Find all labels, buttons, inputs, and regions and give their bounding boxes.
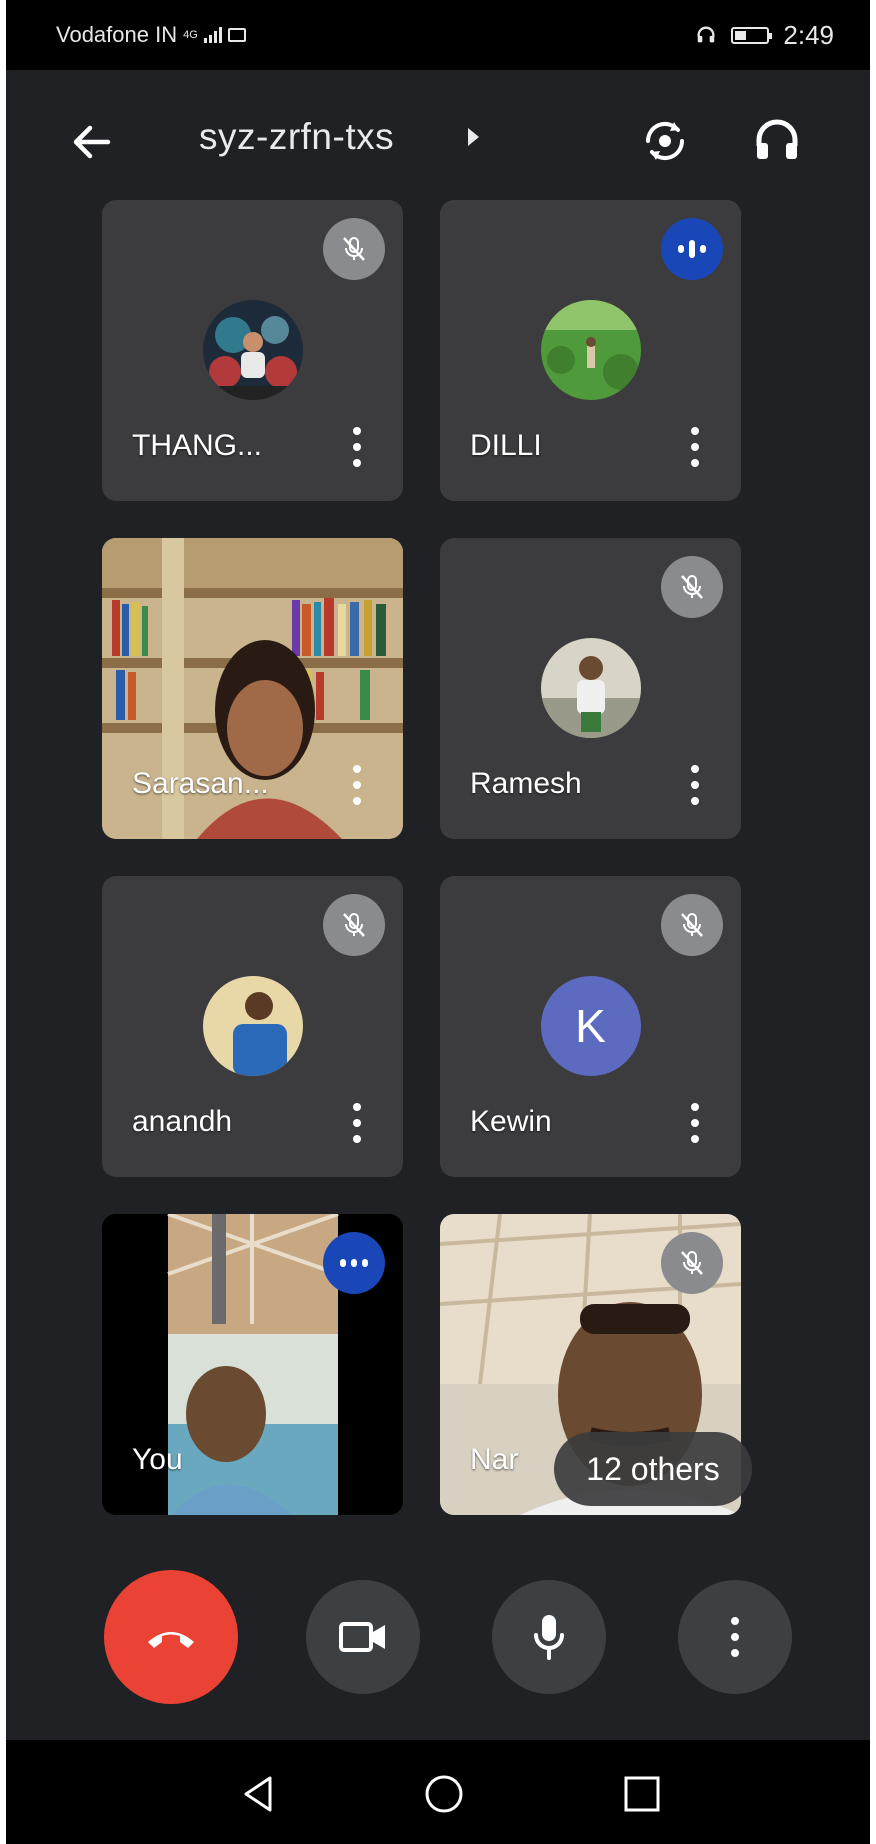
participant-name: Nar xyxy=(470,1443,519,1476)
more-options-icon[interactable] xyxy=(691,427,699,467)
others-count-chip[interactable]: 12 others xyxy=(554,1432,752,1506)
audio-output-icon[interactable] xyxy=(752,116,802,166)
more-options-icon[interactable] xyxy=(691,1103,699,1143)
profile-photo-avatar xyxy=(540,300,641,400)
video-record-icon xyxy=(227,28,246,42)
mic-muted-icon xyxy=(323,218,385,280)
participant-name: DILLI xyxy=(470,429,542,462)
nav-home-icon[interactable] xyxy=(420,1770,468,1818)
top-bar: syz-zrfn-txs xyxy=(6,70,870,210)
battery-icon xyxy=(731,26,773,44)
microphone-icon xyxy=(534,1615,564,1660)
status-bar: Vodafone IN 4G 2:49 xyxy=(6,0,870,70)
more-options-icon[interactable] xyxy=(353,765,361,805)
participant-name: THANG... xyxy=(132,429,263,462)
microphone-toggle-button[interactable] xyxy=(492,1580,606,1694)
speaking-indicator-icon xyxy=(661,218,723,280)
participant-name: Sarasan... xyxy=(132,767,269,800)
end-call-icon xyxy=(148,1632,194,1648)
participant-name: Ramesh xyxy=(470,767,582,800)
participant-tile[interactable]: THANG... xyxy=(102,200,403,501)
profile-photo-avatar xyxy=(202,300,303,400)
back-arrow-icon[interactable] xyxy=(68,118,116,166)
nav-back-icon[interactable] xyxy=(234,1770,282,1818)
meeting-details-arrow-icon[interactable] xyxy=(468,128,479,146)
participant-tile[interactable]: Ramesh xyxy=(440,538,741,839)
battery-fill xyxy=(735,30,747,40)
more-options-icon[interactable] xyxy=(353,1103,361,1143)
status-left: Vodafone IN 4G xyxy=(56,22,246,48)
headphones-status-icon xyxy=(697,26,715,43)
mic-muted-icon xyxy=(661,894,723,956)
mic-muted-icon xyxy=(661,556,723,618)
camera-icon xyxy=(339,1622,385,1652)
mic-muted-icon xyxy=(661,1232,723,1294)
phone-screen: Vodafone IN 4G 2:49 syz-zrfn-txs THANG..… xyxy=(6,0,870,1844)
clock: 2:49 xyxy=(783,19,834,50)
participant-tile[interactable]: DILLI xyxy=(440,200,741,501)
participant-name: anandh xyxy=(132,1105,233,1138)
profile-photo-avatar xyxy=(540,638,641,738)
letter-avatar: K xyxy=(540,976,641,1076)
camera-toggle-button[interactable] xyxy=(306,1580,420,1694)
nav-recents-icon[interactable] xyxy=(618,1770,666,1818)
participant-tile[interactable]: K Kewin xyxy=(440,876,741,1177)
more-vertical-icon xyxy=(731,1617,739,1657)
speaking-indicator-icon xyxy=(323,1232,385,1294)
call-controls xyxy=(6,1560,870,1704)
profile-photo-avatar xyxy=(202,976,303,1076)
switch-camera-icon[interactable] xyxy=(638,114,692,168)
navigation-bar xyxy=(6,1740,870,1844)
more-options-button[interactable] xyxy=(678,1580,792,1694)
participant-name: Kewin xyxy=(470,1105,552,1138)
status-right: 2:49 xyxy=(695,20,834,51)
meeting-code[interactable]: syz-zrfn-txs xyxy=(199,116,394,158)
more-options-icon[interactable] xyxy=(353,427,361,467)
more-options-icon[interactable] xyxy=(691,765,699,805)
self-video-tile[interactable]: You xyxy=(102,1214,403,1515)
end-call-button[interactable] xyxy=(104,1570,238,1704)
carrier-name: Vodafone IN xyxy=(56,22,178,47)
signal-icon xyxy=(203,27,222,43)
mic-muted-icon xyxy=(323,894,385,956)
participant-name: You xyxy=(132,1443,183,1476)
participant-tile[interactable]: anandh xyxy=(102,876,403,1177)
participant-video-tile[interactable]: Sarasan... xyxy=(102,538,403,839)
network-type: 4G xyxy=(183,29,198,41)
